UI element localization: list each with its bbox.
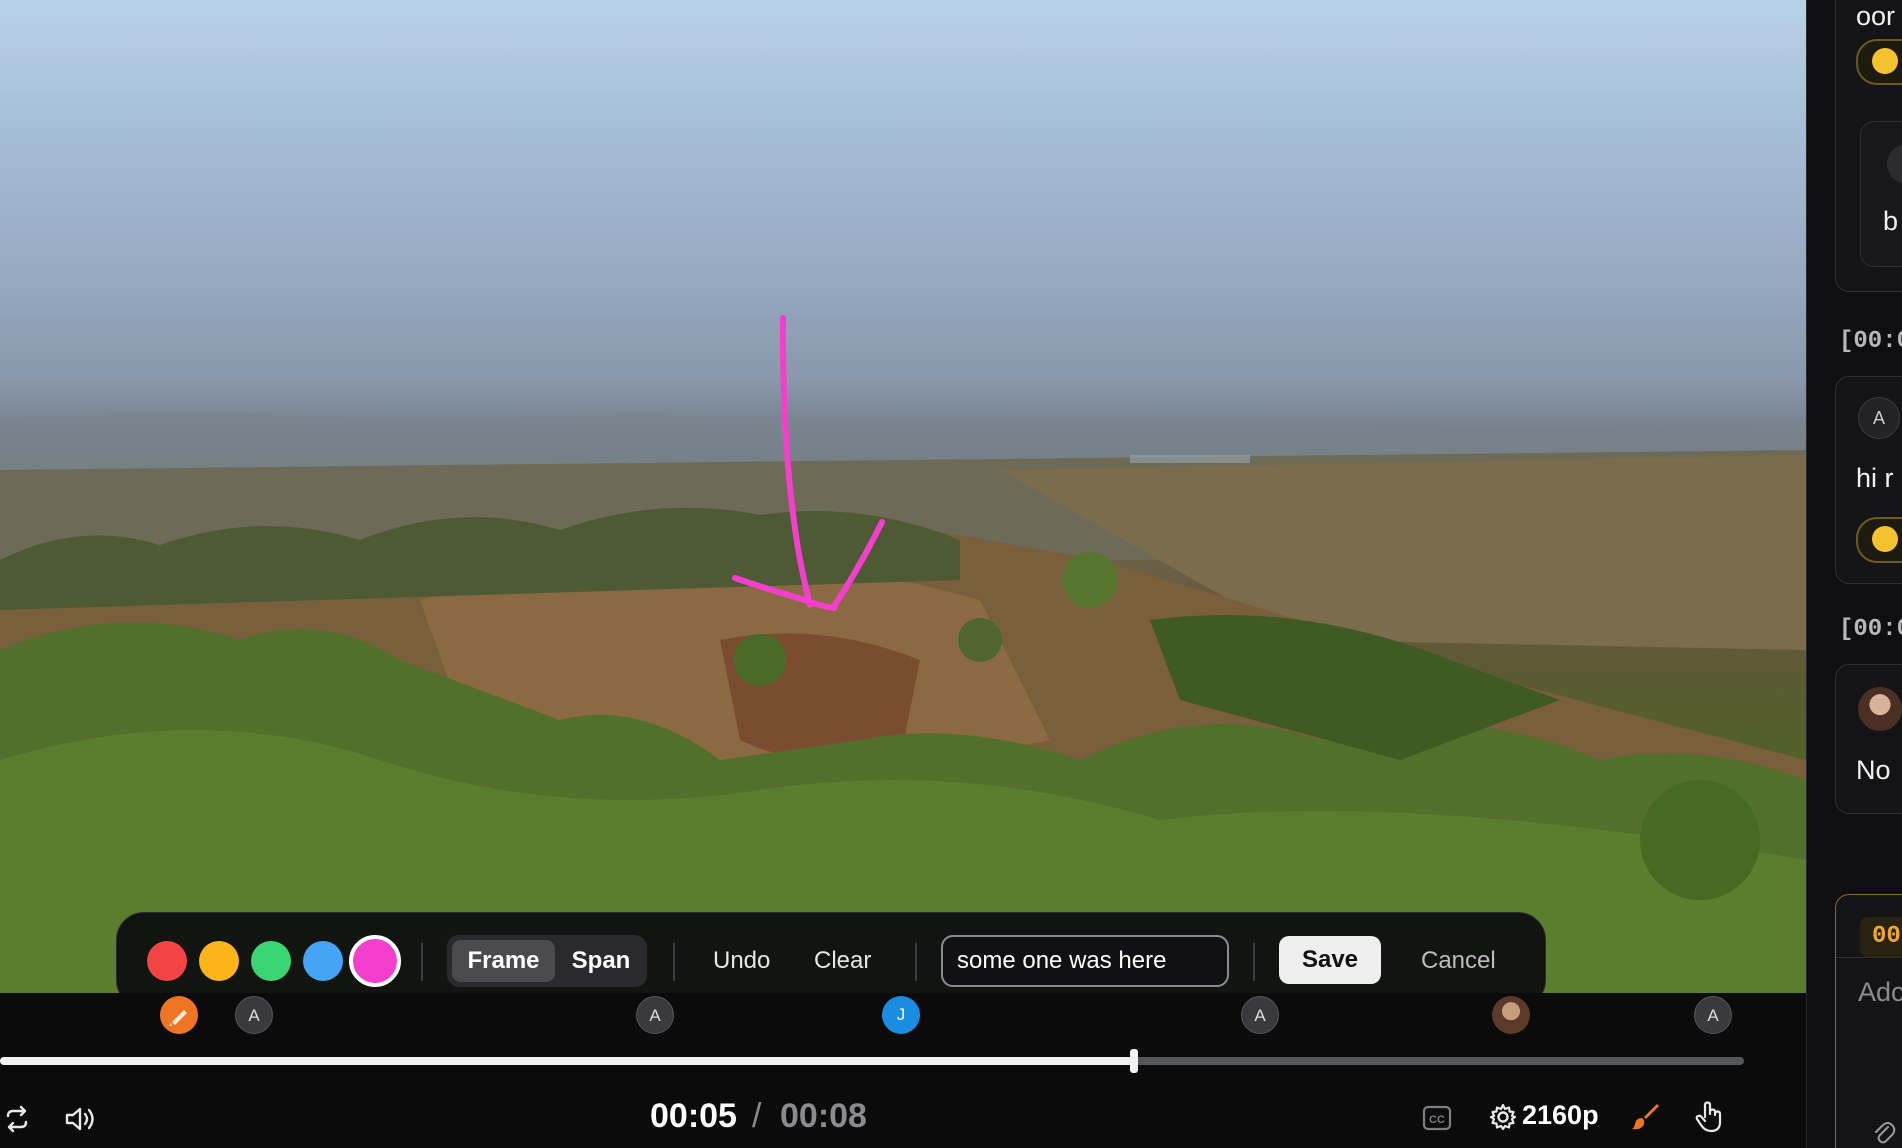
color-swatch-green[interactable]: [251, 941, 291, 981]
cc-icon: CC: [1422, 1105, 1452, 1131]
loop-icon: [6, 1105, 28, 1133]
mode-toggle: Frame Span: [447, 935, 647, 987]
comment-timestamp[interactable]: [00:0: [1839, 328, 1902, 355]
distant-lake: [1130, 455, 1250, 463]
speaker-icon: [65, 1107, 94, 1131]
avatar: [1887, 144, 1902, 184]
gear-icon: [1489, 1103, 1517, 1131]
comment-text: oor: [1856, 1, 1896, 31]
brush-icon: [1632, 1104, 1659, 1130]
time-separator: /: [752, 1097, 762, 1135]
loop-button[interactable]: [2, 1104, 32, 1139]
photo-avatar: [1858, 687, 1902, 731]
reaction-pill[interactable]: [1856, 517, 1902, 563]
comment-text: No: [1856, 755, 1891, 785]
new-comment-composer: 00 Adc: [1835, 894, 1902, 1148]
captions-button[interactable]: CC: [1422, 1104, 1452, 1137]
cancel-button[interactable]: Cancel: [1421, 941, 1496, 981]
color-swatch-blue[interactable]: [303, 941, 343, 981]
comment-card: oor b: [1835, 0, 1902, 292]
mode-span-button[interactable]: Span: [559, 940, 643, 982]
marker-drawing[interactable]: [160, 996, 198, 1034]
marker-avatar[interactable]: A: [235, 996, 273, 1034]
marker-photo-avatar[interactable]: [1492, 996, 1530, 1034]
video-frame[interactable]: Frame Span Undo Clear Save Cancel: [0, 0, 1806, 993]
clear-button[interactable]: Clear: [814, 941, 871, 981]
divider: [673, 943, 675, 981]
comment-card: A hi r: [1835, 376, 1902, 584]
divider: [915, 943, 917, 981]
draw-button-active[interactable]: [1630, 1100, 1662, 1137]
settings-button[interactable]: [1488, 1102, 1518, 1137]
reply-card: b: [1860, 121, 1902, 267]
landscape-scene: [0, 315, 1806, 993]
reply-text: b: [1883, 206, 1899, 236]
comments-panel: oor b [00:0 A hi r [00:0 No 00 Adc: [1806, 0, 1902, 1148]
marker-avatar[interactable]: A: [1694, 996, 1732, 1034]
avatar: A: [1858, 397, 1900, 439]
divider: [421, 943, 423, 981]
reaction-pill[interactable]: [1856, 39, 1902, 85]
volume-button[interactable]: [64, 1104, 98, 1139]
mode-frame-button[interactable]: Frame: [452, 940, 555, 982]
seek-progress: [0, 1057, 1134, 1065]
current-time: 00:05: [650, 1097, 737, 1135]
comment-card: No: [1835, 664, 1902, 814]
laughing-emoji-icon: [1872, 48, 1898, 74]
divider: [1253, 943, 1255, 981]
marker-avatar[interactable]: A: [1241, 996, 1279, 1034]
pen-icon: [169, 1010, 187, 1026]
marker-avatar-j[interactable]: J: [882, 996, 920, 1034]
pointer-button[interactable]: [1694, 1100, 1726, 1139]
laughing-emoji-icon: [1872, 526, 1898, 552]
annotation-toolbar: Frame Span Undo Clear Save Cancel: [116, 912, 1546, 993]
quality-label[interactable]: 2160p: [1522, 1100, 1599, 1131]
duration: 00:08: [780, 1097, 867, 1135]
seek-handle[interactable]: [1129, 1049, 1138, 1073]
hand-pointer-icon: [1695, 1101, 1722, 1133]
color-swatch-red[interactable]: [147, 941, 187, 981]
add-comment-input[interactable]: Adc: [1858, 977, 1902, 1008]
color-swatch-yellow[interactable]: [199, 941, 239, 981]
color-swatch-pink-selected[interactable]: [349, 935, 401, 987]
comment-text: hi r: [1856, 463, 1894, 493]
comment-timestamp[interactable]: [00:0: [1839, 616, 1902, 643]
divider: [1836, 957, 1902, 958]
paperclip-icon: [1875, 1122, 1896, 1144]
save-button[interactable]: Save: [1279, 936, 1381, 984]
seek-bar[interactable]: [0, 1049, 1744, 1073]
marker-avatar[interactable]: A: [636, 996, 674, 1034]
draft-timestamp[interactable]: 00: [1860, 917, 1902, 957]
attach-button[interactable]: [1872, 1119, 1896, 1148]
annotation-note-input[interactable]: [941, 935, 1229, 987]
cc-icon-text: CC: [1429, 1114, 1445, 1126]
undo-button[interactable]: Undo: [713, 941, 770, 981]
